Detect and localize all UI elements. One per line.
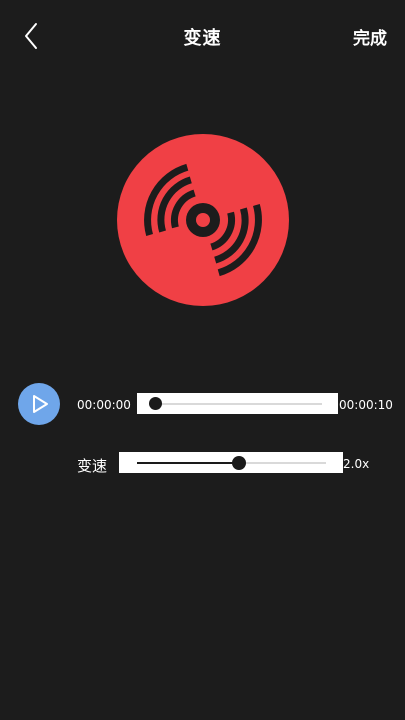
speed-slider[interactable] [119, 452, 343, 473]
done-button[interactable]: 完成 [353, 24, 387, 49]
speed-change-screen: 变速 完成 00:00:00 00:00:10 变速 2.0x [0, 0, 405, 720]
vinyl-disc-icon [117, 134, 289, 306]
current-time: 00:00:00 [77, 398, 131, 412]
speed-track-fill [137, 462, 240, 464]
progress-track-line [151, 403, 322, 405]
play-icon [33, 395, 48, 413]
page-title: 变速 [183, 28, 222, 49]
top-bar: 变速 完成 [0, 0, 405, 72]
speed-thumb[interactable] [232, 456, 247, 470]
speed-value: 2.0x [343, 457, 370, 471]
play-button[interactable] [18, 383, 60, 425]
progress-thumb[interactable] [148, 397, 162, 410]
progress-slider[interactable] [137, 393, 338, 414]
total-time: 00:00:10 [339, 398, 393, 412]
speed-label: 变速 [77, 457, 108, 475]
